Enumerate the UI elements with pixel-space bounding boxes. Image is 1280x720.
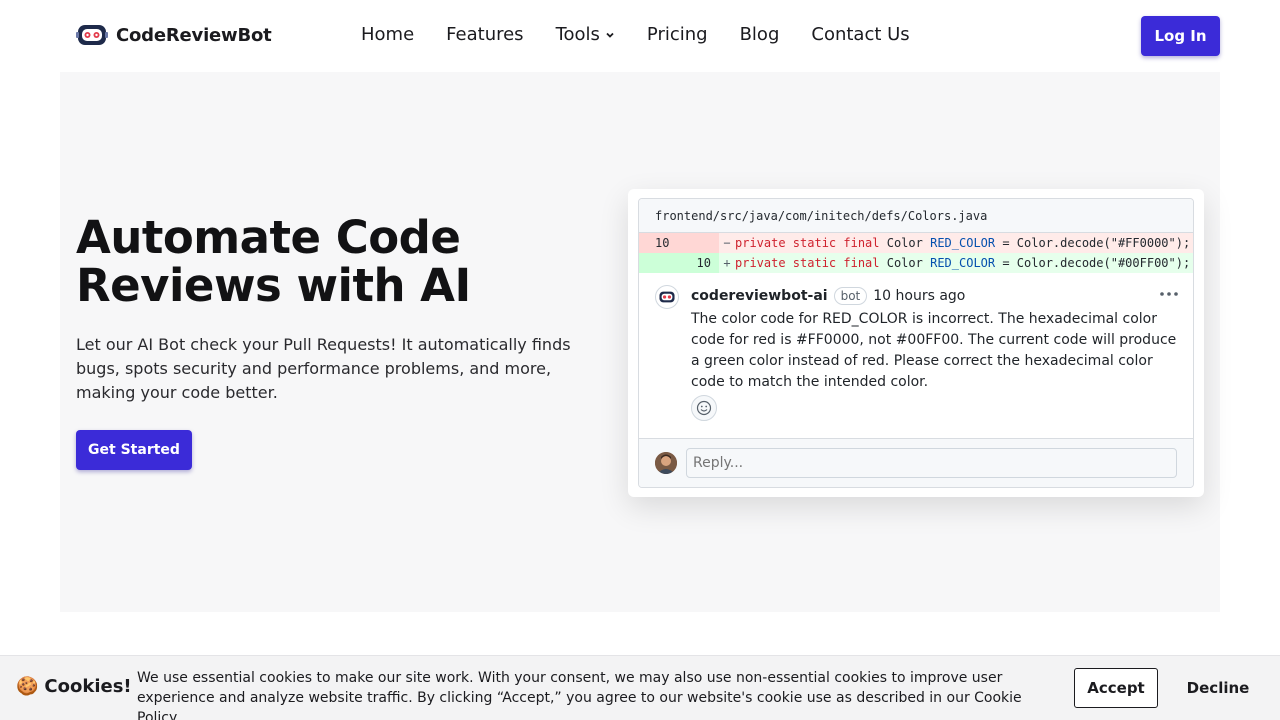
code-keyword: private static final — [735, 256, 880, 270]
nav-item-label: Blog — [739, 24, 780, 45]
old-line-number: 10 — [639, 233, 679, 253]
bot-badge: bot — [833, 287, 868, 305]
cookie-title-text: Cookies! — [44, 676, 132, 697]
diff-sign: + — [723, 256, 731, 270]
hero-title: Automate Code Reviews with AI — [76, 214, 596, 310]
new-line-number — [679, 233, 719, 253]
cookie-icon: 🍪 — [16, 676, 39, 697]
comment-author[interactable]: codereviewbot-ai — [691, 288, 828, 304]
new-line-number: 10 — [679, 253, 719, 273]
nav-item-label: Tools — [555, 24, 600, 45]
nav-item-contact[interactable]: Contact Us — [811, 24, 909, 45]
reply-input[interactable] — [686, 448, 1177, 478]
nav-item-blog[interactable]: Blog — [740, 24, 780, 45]
diff-view: 10 − private static final Color RED_COLO… — [639, 233, 1193, 273]
diff-line-added: 10 + private static final Color RED_COLO… — [639, 253, 1193, 273]
add-reaction-button[interactable] — [691, 395, 717, 421]
code-review-card: frontend/src/java/com/initech/defs/Color… — [628, 189, 1204, 497]
hero-title-line: Automate Code — [76, 211, 461, 264]
chevron-down-icon — [606, 32, 614, 38]
nav-item-label: Pricing — [646, 24, 708, 45]
nav-item-label: Features — [446, 24, 524, 45]
review-panel: frontend/src/java/com/initech/defs/Color… — [638, 198, 1194, 488]
diff-code: private static final Color RED_COLOR = C… — [735, 253, 1190, 273]
robot-icon — [659, 291, 675, 303]
nav-item-tools[interactable]: Tools — [556, 24, 615, 45]
main-menu: Home Features Tools Pricing Blog Contact… — [361, 24, 910, 45]
nav-item-label: Home — [361, 24, 415, 45]
comment-header: codereviewbot-ai bot 10 hours ago — [691, 287, 965, 305]
code-constant: RED_COLOR — [930, 236, 996, 250]
comment-timestamp[interactable]: 10 hours ago — [873, 288, 965, 304]
hero-section: Automate Code Reviews with AI Let our AI… — [60, 72, 1220, 612]
file-path: frontend/src/java/com/initech/defs/Color… — [639, 199, 1193, 233]
bot-avatar — [655, 285, 679, 309]
nav-item-home[interactable]: Home — [361, 24, 414, 45]
review-comment: codereviewbot-ai bot 10 hours ago The co… — [639, 273, 1193, 439]
decline-cookies-button[interactable]: Decline — [1176, 668, 1260, 708]
smiley-icon — [696, 400, 712, 416]
brand-logo[interactable]: CodeReviewBot — [76, 22, 272, 48]
top-nav: CodeReviewBot Home Features Tools Pricin… — [0, 0, 1280, 72]
nav-item-pricing[interactable]: Pricing — [647, 24, 708, 45]
reply-row — [639, 439, 1193, 487]
diff-code: private static final Color RED_COLOR = C… — [735, 233, 1190, 253]
get-started-button[interactable]: Get Started — [76, 430, 192, 470]
cookie-title: 🍪 Cookies! — [16, 676, 132, 697]
cookie-banner: 🍪 Cookies! We use essential cookies to m… — [0, 655, 1280, 720]
hero-subtitle: Let our AI Bot check your Pull Requests!… — [76, 335, 571, 402]
code-rest: = Color.decode("#FF0000"); — [995, 236, 1191, 250]
comment-body: The color code for RED_COLOR is incorrec… — [691, 311, 1177, 390]
accept-cookies-button[interactable]: Accept — [1074, 668, 1158, 708]
code-keyword: private static final — [735, 236, 880, 250]
cookie-text: We use essential cookies to make our sit… — [137, 670, 1022, 720]
login-button[interactable]: Log In — [1141, 16, 1220, 56]
code-type: Color — [886, 256, 923, 270]
brand-name: CodeReviewBot — [116, 24, 272, 46]
old-line-number — [639, 253, 679, 273]
code-rest: = Color.decode("#00FF00"); — [995, 256, 1191, 270]
nav-item-label: Contact Us — [811, 24, 910, 45]
robot-icon — [76, 25, 108, 45]
diff-sign: − — [723, 236, 731, 250]
ellipsis-icon — [1160, 292, 1178, 296]
code-type: Color — [886, 236, 923, 250]
more-options-icon[interactable] — [1159, 287, 1179, 297]
user-photo-icon — [655, 452, 677, 474]
diff-line-deleted: 10 − private static final Color RED_COLO… — [639, 233, 1193, 253]
code-constant: RED_COLOR — [930, 256, 996, 270]
user-avatar — [655, 452, 677, 474]
hero-title-line: Reviews with AI — [76, 259, 471, 312]
nav-item-features[interactable]: Features — [446, 24, 523, 45]
